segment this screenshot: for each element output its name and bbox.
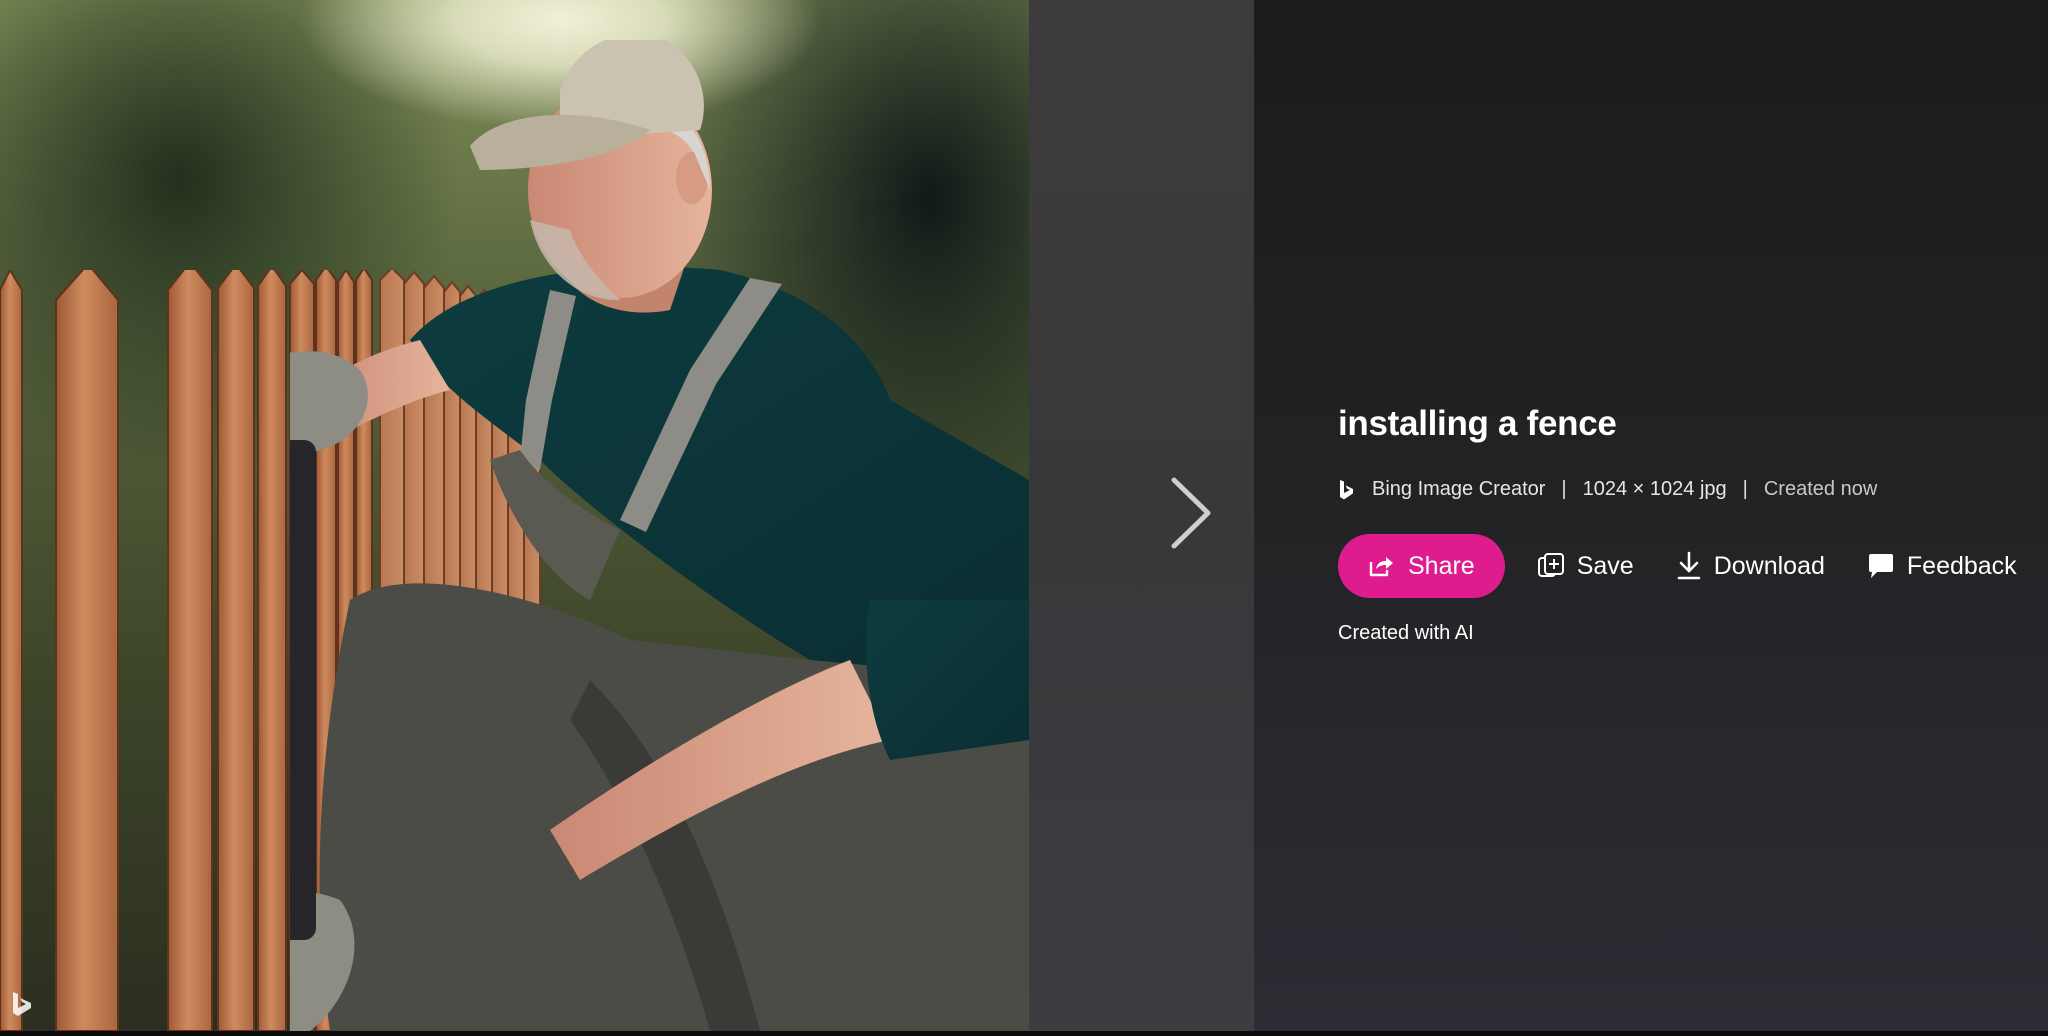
feedback-button[interactable]: Feedback bbox=[1867, 552, 2017, 581]
download-icon bbox=[1677, 551, 1701, 580]
add-to-collection-icon bbox=[1537, 553, 1564, 577]
bing-b-icon bbox=[13, 992, 31, 1016]
save-button[interactable]: Save bbox=[1537, 552, 1634, 581]
generated-image[interactable] bbox=[0, 0, 1029, 1031]
share-button[interactable]: Share bbox=[1338, 534, 1505, 598]
action-bar: Share Save Download Feedback bbox=[1338, 534, 2017, 598]
navigation-gutter bbox=[1029, 0, 1254, 1031]
image-title: installing a fence bbox=[1338, 404, 1617, 443]
separator: | bbox=[1742, 478, 1748, 500]
download-button[interactable]: Download bbox=[1676, 551, 1825, 581]
chevron-right-icon[interactable] bbox=[1168, 476, 1214, 550]
share-label: Share bbox=[1408, 551, 1475, 580]
download-label: Download bbox=[1713, 551, 1825, 580]
bing-logo-icon bbox=[1340, 479, 1353, 499]
worker-illustration bbox=[290, 40, 1029, 1031]
image-metadata: Bing Image Creator | 1024 × 1024 jpg | C… bbox=[1338, 478, 1877, 501]
bottom-edge bbox=[0, 1031, 2048, 1036]
created-label: Created now bbox=[1763, 478, 1878, 500]
source-label: Bing Image Creator bbox=[1372, 478, 1546, 500]
feedback-icon bbox=[1868, 554, 1893, 578]
save-label: Save bbox=[1576, 551, 1634, 580]
feedback-label: Feedback bbox=[1906, 551, 2017, 580]
dimensions-label: 1024 × 1024 jpg bbox=[1582, 478, 1727, 500]
ai-disclosure: Created with AI bbox=[1338, 622, 1474, 644]
details-panel bbox=[1254, 0, 2048, 1031]
share-icon bbox=[1369, 557, 1393, 577]
separator: | bbox=[1561, 478, 1567, 500]
